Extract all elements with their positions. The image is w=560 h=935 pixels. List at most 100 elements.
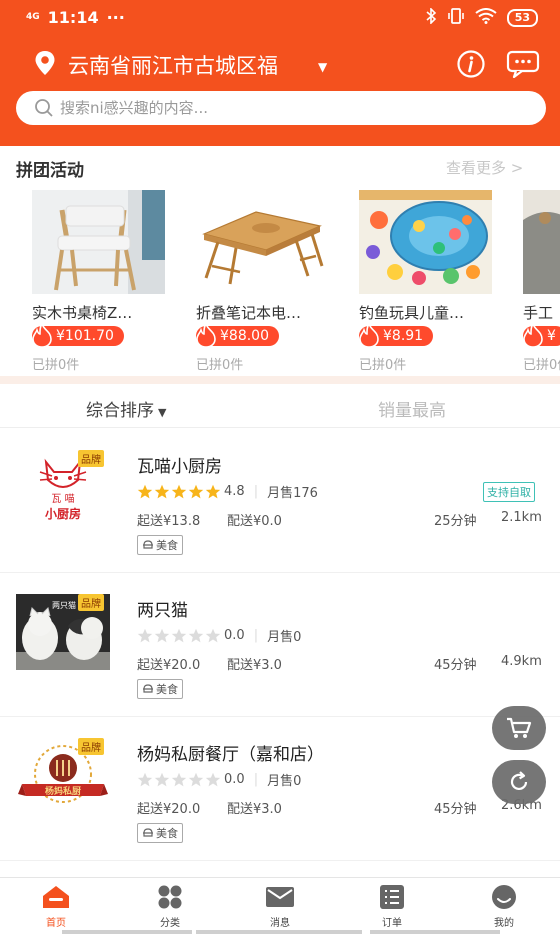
product-image-fishing-toy[interactable] [359, 190, 492, 294]
product-price: ¥8.91 [383, 328, 424, 344]
flame-icon [359, 322, 379, 348]
price-pill: ¥101.70 [32, 322, 124, 348]
location-text[interactable]: 云南省丽江市古城区福 [68, 50, 278, 80]
cart-button[interactable] [492, 706, 546, 750]
product-name: 钓鱼玩具儿童… [359, 304, 465, 322]
shop-card[interactable]: 两只猫 品牌 两只猫 0.0 | 月售0 起送¥20.0 配送¥3.0 45分钟… [0, 574, 560, 717]
nav-message[interactable]: 消息 [240, 884, 320, 929]
shop-name: 两只猫 [137, 601, 188, 621]
star-icon [205, 628, 221, 642]
nav-order[interactable]: 订单 [352, 884, 432, 929]
view-more-link[interactable]: 查看更多 > [446, 157, 523, 178]
nav-label: 消息 [270, 918, 290, 929]
monthly-sales: 月售0 [267, 630, 302, 645]
brand-badge: 品牌 [78, 450, 104, 467]
product-image-handmade[interactable] [523, 190, 560, 294]
network-indicator: 4G [26, 12, 40, 22]
star-icon [137, 484, 153, 498]
message-bubble-icon[interactable] [506, 50, 540, 82]
star-icon [205, 484, 221, 498]
group-buy-section: 拼团活动 查看更多 > 实木书桌椅Z… ¥101.70 已拼0件 折叠笔记本电…… [0, 146, 560, 382]
brand-badge: 品牌 [78, 738, 104, 755]
delivery-fee: 配送¥0.0 [227, 514, 282, 529]
product-card[interactable]: 钓鱼玩具儿童… ¥8.91 已拼0件 [359, 188, 499, 378]
product-carousel[interactable]: 实木书桌椅Z… ¥101.70 已拼0件 折叠笔记本电… ¥88.00 已拼0件… [0, 188, 560, 378]
search-input[interactable] [60, 91, 520, 125]
status-time: 11:14 [47, 8, 99, 27]
min-order: 起送¥13.8 [137, 514, 201, 529]
shop-logo-text: 杨妈私厨 [45, 785, 81, 797]
distance: 2.1km [501, 510, 542, 525]
product-card[interactable]: 实木书桌椅Z… ¥101.70 已拼0件 [32, 188, 172, 378]
nav-label: 订单 [382, 918, 402, 929]
delivery-time: 45分钟 [434, 802, 477, 817]
product-name: 折叠笔记本电… [196, 304, 302, 322]
product-image-laptop-desk[interactable] [196, 190, 329, 294]
flame-icon [32, 322, 52, 348]
star-icon [154, 484, 170, 498]
rating-stars: 0.0 | 月售0 [137, 770, 301, 789]
gesture-bar [370, 930, 500, 934]
chevron-down-icon[interactable]: ▼ [318, 60, 327, 74]
shop-name: 瓦喵小厨房 [137, 457, 222, 477]
product-price: ¥ [547, 328, 556, 344]
gesture-bar [196, 930, 362, 934]
category-icon [158, 885, 182, 909]
vibrate-icon [447, 8, 465, 28]
refresh-button[interactable] [492, 760, 546, 804]
rating-value: 0.0 [224, 628, 245, 643]
food-icon [143, 684, 153, 693]
price-pill: ¥ [523, 322, 560, 348]
home-icon [43, 886, 69, 908]
section-title: 拼团活动 [16, 161, 84, 181]
nav-home[interactable]: 首页 [16, 884, 96, 929]
delivery-time: 45分钟 [434, 658, 477, 673]
bluetooth-icon [425, 7, 437, 28]
product-name: 手工 [523, 304, 554, 322]
star-icon [171, 484, 187, 498]
food-icon [143, 540, 153, 549]
star-icon [205, 772, 221, 786]
nav-profile[interactable]: 我的 [464, 884, 544, 929]
product-image-chair[interactable] [32, 190, 165, 294]
category-label: 美食 [156, 683, 178, 696]
brand-badge: 品牌 [78, 594, 104, 611]
category-label: 美食 [156, 827, 178, 840]
category-label: 美食 [156, 539, 178, 552]
product-price: ¥101.70 [56, 328, 114, 344]
delivery-fee: 配送¥3.0 [227, 802, 282, 817]
location-pin-icon [34, 50, 56, 80]
monthly-sales: 月售0 [267, 774, 302, 789]
star-icon [188, 772, 204, 786]
battery-indicator: 53 [506, 9, 538, 27]
bottom-nav: 首页 分类 消息 订单 我的 [0, 877, 560, 935]
sort-bar: 综合排序 ▼ 销量最高 [0, 384, 560, 428]
pickup-badge: 支持自取 [483, 482, 535, 502]
message-icon [266, 887, 294, 907]
product-sold: 已拼0件 [523, 358, 560, 373]
nav-label: 分类 [160, 918, 180, 929]
sort-default-label: 综合排序 [86, 401, 154, 421]
star-icon [188, 484, 204, 498]
rating-value: 4.8 [224, 484, 245, 499]
product-card[interactable]: 折叠笔记本电… ¥88.00 已拼0件 [196, 188, 336, 378]
sort-sales-button[interactable]: 销量最高 [378, 396, 446, 421]
sort-default-button[interactable]: 综合排序 ▼ [86, 396, 166, 421]
star-icon [188, 628, 204, 642]
price-pill: ¥8.91 [359, 322, 434, 348]
order-icon [380, 885, 404, 909]
monthly-sales: 月售176 [267, 486, 318, 501]
profile-icon [492, 885, 516, 909]
nav-category[interactable]: 分类 [130, 884, 210, 929]
product-card[interactable]: 手工 ¥ 已拼0件 [523, 188, 560, 378]
search-bar[interactable] [16, 91, 546, 125]
shop-card[interactable]: 杨妈私厨 品牌 杨妈私厨餐厅（嘉和店） 0.0 | 月售0 起送¥20.0 配送… [0, 718, 560, 861]
refresh-icon [510, 771, 528, 791]
cart-icon [507, 717, 532, 738]
shop-name: 杨妈私厨餐厅（嘉和店） [137, 745, 324, 765]
wifi-icon [475, 8, 497, 28]
shop-card[interactable]: 瓦 喵 小厨房 品牌 瓦喵小厨房 4.8 | 月售176 支持自取 起送¥13.… [0, 430, 560, 573]
info-icon[interactable] [456, 49, 486, 83]
shop-logo-text: 小厨房 [45, 506, 81, 521]
location-bar[interactable]: 云南省丽江市古城区福 ▼ [0, 44, 560, 84]
